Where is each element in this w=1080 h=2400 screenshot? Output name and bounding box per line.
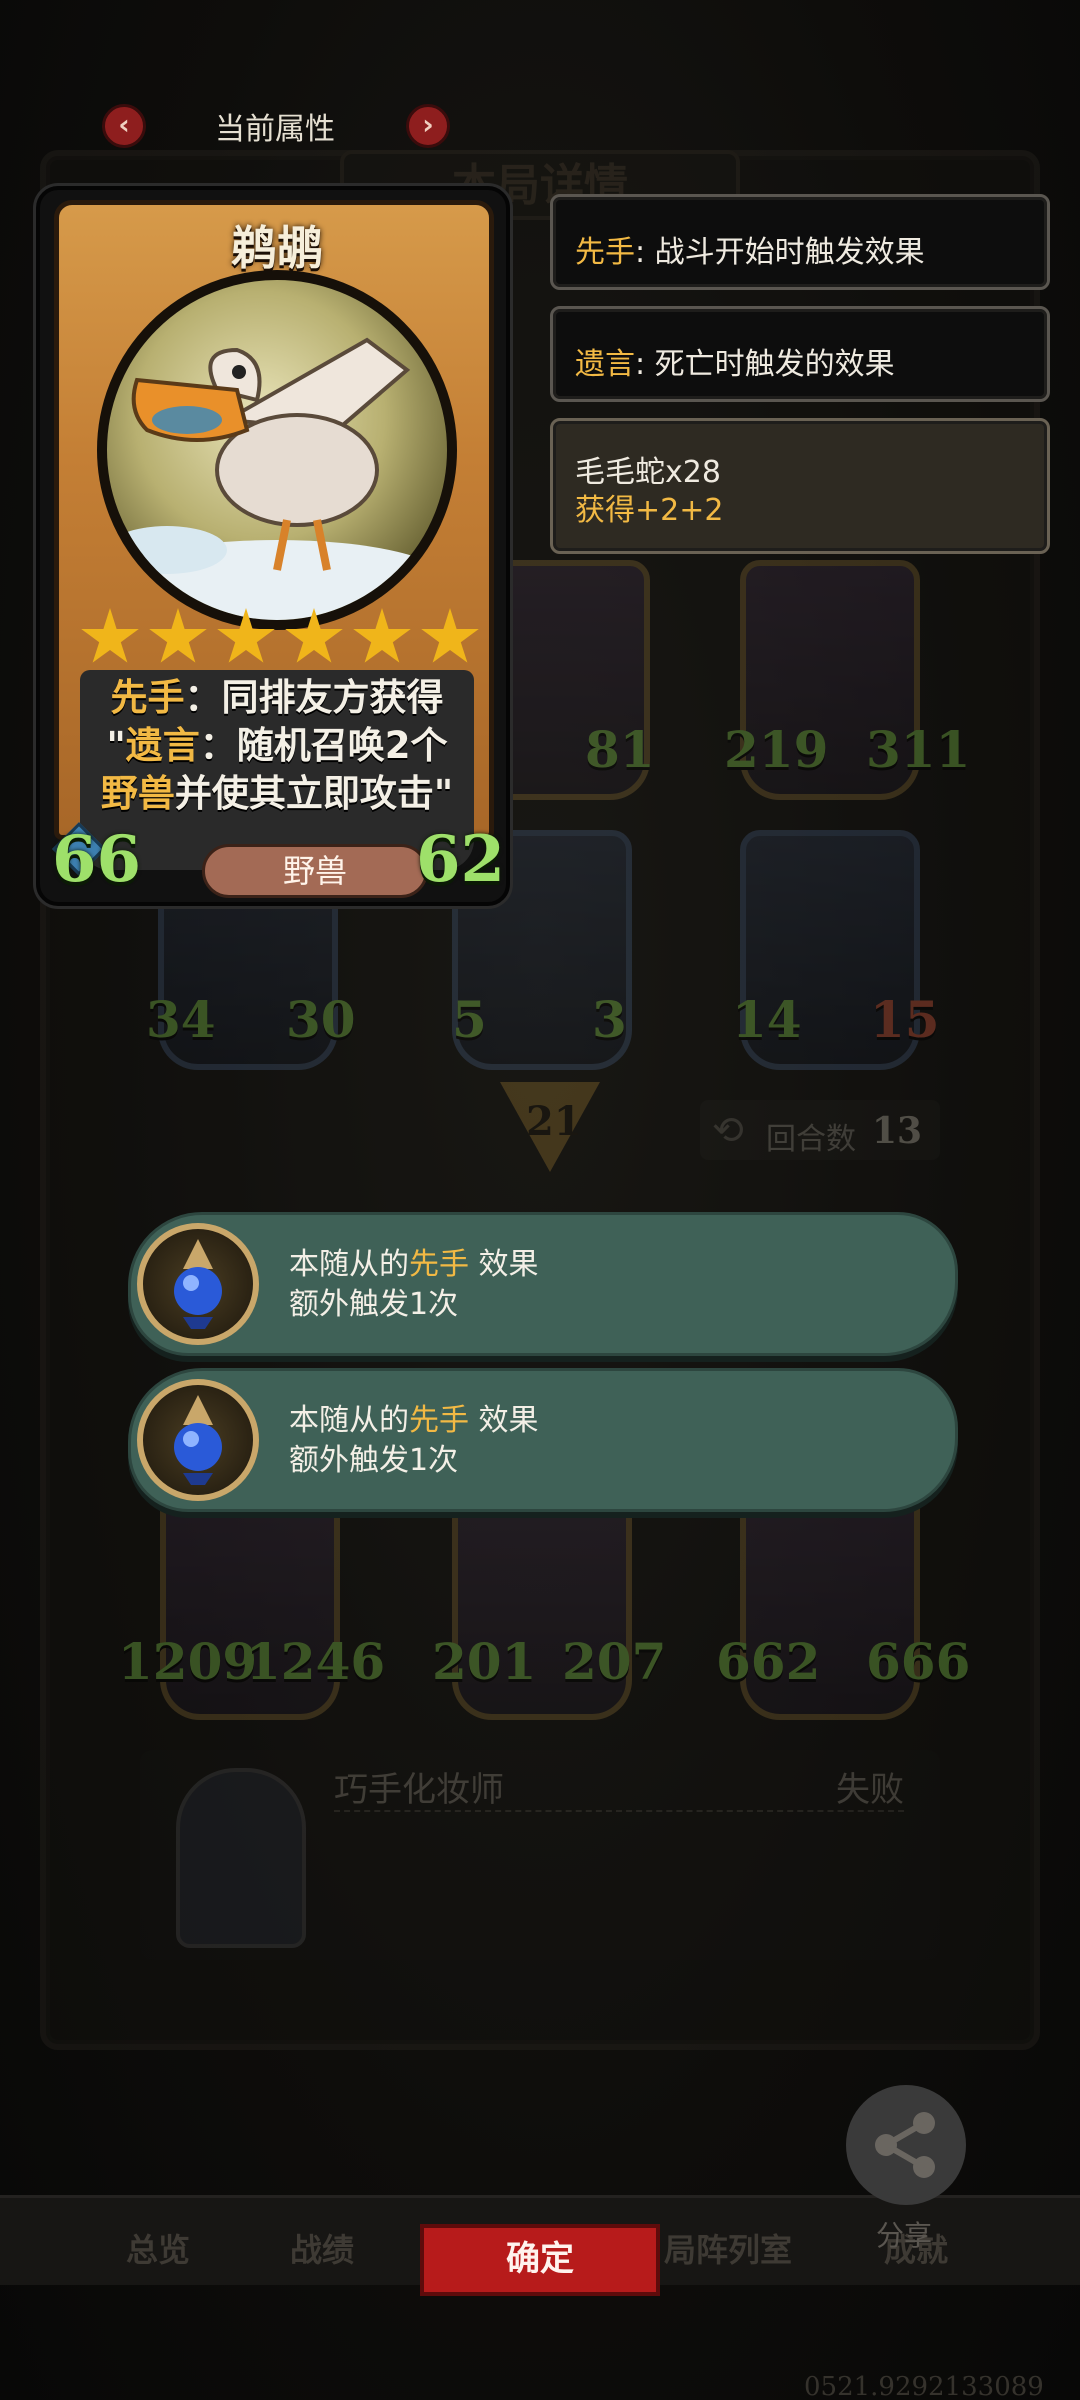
minion-attack: 34 — [146, 990, 216, 1049]
orb-graphic — [174, 1395, 222, 1485]
star-icon — [421, 608, 479, 663]
summon-tooltip: 毛毛蛇x28 获得+2+2 — [550, 418, 1050, 554]
minion-attack: 219 — [724, 720, 829, 779]
damage-arrow-value: 21 — [526, 1098, 582, 1145]
share-button[interactable] — [846, 2085, 966, 2205]
keyword-box-first-strike: 先手: 战斗开始时触发效果 — [550, 194, 1050, 290]
card-attack: 66 — [52, 822, 142, 897]
game-screen: 本局详情 81 219 311 34 30 5 3 14 15 21 ⟲ 回合数… — [0, 0, 1080, 2400]
round-icon: ⟲ — [712, 1108, 744, 1152]
round-value: 13 — [872, 1110, 923, 1152]
minion-health: 666 — [866, 1632, 971, 1691]
keyword-name: 遗言 — [575, 347, 635, 382]
blue-orb-icon — [137, 1379, 259, 1501]
share-label: 分享 — [876, 2219, 933, 2252]
keyword-sep: : — [635, 235, 655, 270]
toast-line-1: 本随从的先手 效果 — [289, 1245, 539, 1285]
star-icon — [217, 608, 275, 663]
card-health: 62 — [416, 822, 506, 897]
toast-line-2: 额外触发1次 — [289, 1443, 459, 1478]
toast-line-2: 额外触发1次 — [289, 1287, 459, 1322]
keyword-desc: 死亡时触发的效果 — [654, 347, 895, 382]
minion-attack: 5 — [452, 990, 487, 1049]
minion-health: 15 — [870, 990, 940, 1049]
minion-health: 311 — [866, 720, 971, 779]
minion-health: 3 — [592, 990, 627, 1049]
keyword-deathrattle[interactable]: 遗言 — [126, 724, 200, 767]
star-icon — [149, 608, 207, 663]
toast-pre: 本随从的 — [289, 1403, 409, 1438]
toast-text: 本随从的先手 效果 额外触发1次 — [289, 1245, 539, 1325]
minion-detail-card: 鹈鹕 先手：同排友方获得 "遗言：随机召唤2个 野兽并使其立即攻击" 66 野兽… — [36, 186, 510, 906]
desc-line-3: 野兽并使其立即攻击" — [80, 770, 474, 818]
keyword-first-strike[interactable]: 先手 — [111, 676, 185, 719]
desc-line-1: 先手：同排友方获得 — [80, 674, 474, 722]
buff-toast: 本随从的先手 效果 额外触发1次 — [128, 1368, 958, 1512]
toast-post: 效果 — [478, 1247, 539, 1282]
next-arrow-button[interactable]: › — [406, 104, 450, 148]
minion-attack: 662 — [716, 1632, 821, 1691]
prev-arrow-button[interactable]: ‹ — [102, 104, 146, 148]
star-icon — [353, 608, 411, 663]
pelican-illustration — [107, 337, 447, 620]
desc-text: " — [106, 724, 126, 767]
toast-text: 本随从的先手 效果 额外触发1次 — [289, 1401, 539, 1481]
round-label: 回合数 — [766, 1122, 856, 1157]
card-description: 先手：同排友方获得 "遗言：随机召唤2个 野兽并使其立即攻击" — [80, 674, 474, 818]
toast-keyword: 先手 — [409, 1403, 469, 1438]
blue-orb-icon — [137, 1223, 259, 1345]
minion-health: 207 — [562, 1632, 667, 1691]
header-title: 当前属性 — [215, 112, 335, 147]
keyword-line: 遗言: 死亡时触发的效果 — [575, 339, 895, 383]
toast-pre: 本随从的 — [289, 1247, 409, 1282]
desc-text: ：随机召唤2个 — [199, 724, 448, 767]
opponent-name: 巧手化妆师 — [334, 1770, 504, 1810]
confirm-button[interactable]: 确定 — [420, 2224, 660, 2296]
opponent-avatar — [176, 1768, 306, 1948]
pelican-portrait — [97, 270, 457, 630]
minion-health: 1246 — [246, 1632, 386, 1691]
star-rating — [80, 608, 480, 678]
toast-line-1: 本随从的先手 效果 — [289, 1401, 539, 1441]
card-name: 鹈鹕 — [231, 221, 323, 275]
battle-result: 失败 — [836, 1770, 904, 1810]
build-code: 0521.9292133089 — [804, 2372, 1044, 2400]
keyword-sep: : — [635, 347, 655, 382]
star-icon — [285, 608, 343, 663]
tab-record[interactable]: 战绩 — [290, 2225, 354, 2271]
keyword-line: 先手: 战斗开始时触发效果 — [575, 227, 925, 271]
toast-post: 效果 — [478, 1403, 539, 1438]
keyword-desc: 战斗开始时触发效果 — [654, 235, 925, 270]
minion-attack: 1209 — [118, 1632, 258, 1691]
desc-text: ：同排友方获得 — [184, 676, 444, 719]
minion-attack: 14 — [732, 990, 802, 1049]
minion-health: 30 — [286, 990, 356, 1049]
tooltip-prefix: 获得 — [575, 493, 635, 528]
toast-keyword: 先手 — [409, 1247, 469, 1282]
desc-text: 并使其立即攻击" — [174, 772, 454, 815]
result-divider — [334, 1810, 904, 1812]
tab-lineup[interactable]: 局阵列室 — [664, 2225, 792, 2271]
keyword-name: 先手 — [575, 235, 635, 270]
star-icon — [81, 608, 139, 663]
tooltip-line-2: 获得+2+2 — [575, 485, 723, 529]
keyword-beast[interactable]: 野兽 — [101, 772, 175, 815]
keyword-box-deathrattle: 遗言: 死亡时触发的效果 — [550, 306, 1050, 402]
buff-toast: 本随从的先手 效果 额外触发1次 — [128, 1212, 958, 1356]
share-icon — [875, 2112, 935, 2178]
tab-overview[interactable]: 总览 — [126, 2225, 190, 2271]
orb-graphic — [174, 1239, 222, 1329]
card-type-pill: 野兽 — [202, 844, 428, 898]
minion-attack: 201 — [432, 1632, 537, 1691]
desc-line-2: "遗言：随机召唤2个 — [80, 722, 474, 770]
minion-health: 81 — [585, 720, 655, 779]
tooltip-value: +2+2 — [635, 493, 724, 528]
